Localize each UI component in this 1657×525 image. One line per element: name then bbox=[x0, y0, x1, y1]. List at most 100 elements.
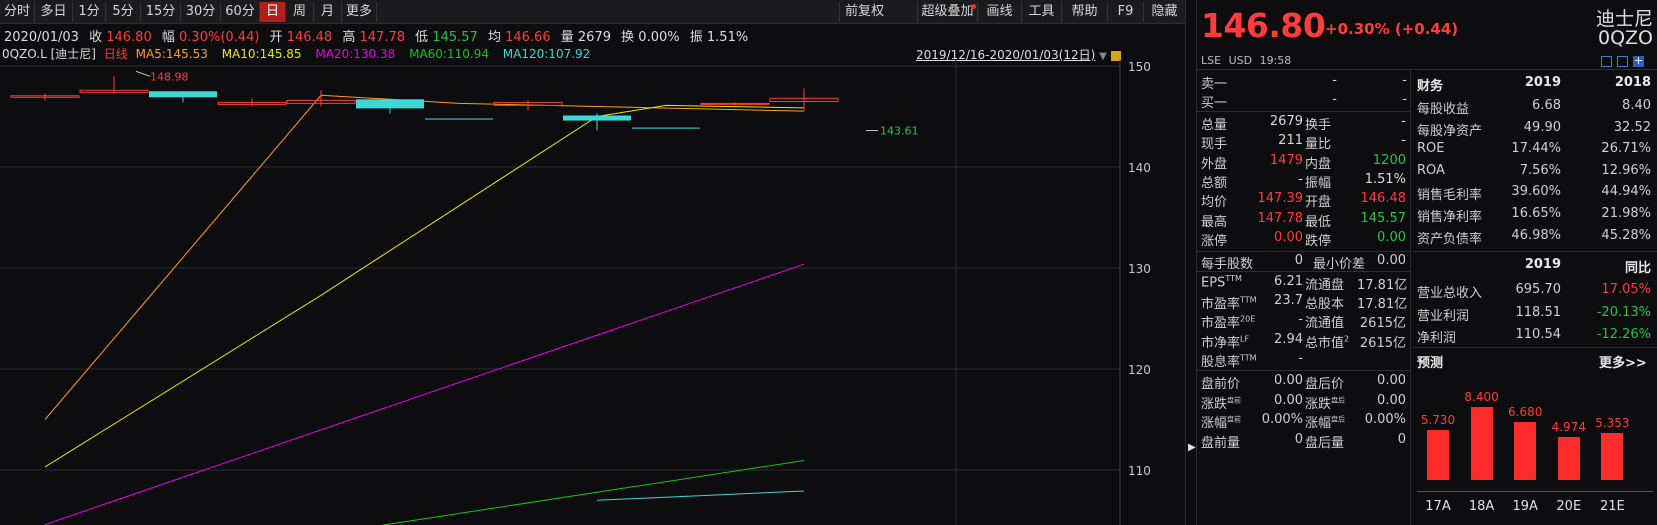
valuation-sup: TTM bbox=[1225, 274, 1242, 283]
stat-label: 最高 bbox=[1201, 214, 1228, 230]
finance-value: 45.28% bbox=[1601, 227, 1651, 243]
forecast-bar bbox=[1427, 430, 1449, 480]
finance-label: 营业利润 bbox=[1417, 308, 1470, 324]
stat-label: 开盘 bbox=[1305, 195, 1332, 211]
premarket-value: 0.00 bbox=[1274, 373, 1303, 388]
premarket-sup: 盘后 bbox=[1331, 415, 1346, 424]
premarket-label: 盘前量 bbox=[1201, 432, 1240, 451]
stat-value: 145.57 bbox=[1360, 210, 1407, 226]
forecast-title: 预测 bbox=[1417, 356, 1444, 371]
finance-value: 17.44% bbox=[1511, 141, 1561, 157]
stat-label: 每手股数 bbox=[1201, 257, 1254, 272]
orderbook-price: - bbox=[1332, 92, 1337, 107]
page-icon[interactable] bbox=[1617, 56, 1628, 67]
stat-value: 147.78 bbox=[1257, 210, 1304, 226]
finance-label: ROA bbox=[1417, 162, 1445, 178]
finance-header: 财务 bbox=[1417, 79, 1444, 94]
finance-label: ROE bbox=[1417, 141, 1445, 157]
premarket-value: 0.00% bbox=[1261, 412, 1303, 427]
edit-icon[interactable] bbox=[1601, 56, 1612, 67]
stat-label: 内盘 bbox=[1305, 156, 1332, 172]
ma-line-ma20 bbox=[44, 263, 805, 525]
stat-label: 换手 bbox=[1305, 118, 1332, 133]
premarket-sup: 盘前 bbox=[1227, 396, 1242, 405]
stat-value: 1200 bbox=[1372, 152, 1406, 168]
stat-label: 量比 bbox=[1305, 137, 1332, 153]
candle-body bbox=[563, 115, 631, 121]
stat-value: 1479 bbox=[1269, 152, 1303, 168]
valuation-label: 流通盘 bbox=[1305, 274, 1344, 293]
finance-value: 6.68 bbox=[1532, 98, 1561, 113]
finance-yoy-value: -12.26% bbox=[1596, 327, 1651, 342]
valuation-sup: TTM bbox=[1240, 295, 1257, 305]
y-tick-label: 150 bbox=[1128, 60, 1151, 74]
stat-value: 0.00 bbox=[1377, 253, 1406, 268]
valuation-value: 17.81亿 bbox=[1357, 297, 1408, 313]
stat-label: 均价 bbox=[1201, 195, 1228, 211]
stat-value: 211 bbox=[1278, 133, 1303, 149]
y-tick-label: 130 bbox=[1128, 262, 1151, 276]
valuation-name: 股息率 bbox=[1201, 354, 1241, 370]
finance-label: 净利润 bbox=[1417, 331, 1457, 346]
quote-panel: 146.80 +0.30% (+0.44) 迪士尼 0QZO LSE USD 1… bbox=[1197, 0, 1657, 525]
valuation-label: 总股本 bbox=[1305, 293, 1344, 312]
stat-label: 外盘 bbox=[1201, 156, 1228, 172]
valuation-name: 市净率 bbox=[1201, 335, 1241, 351]
stat-value: 0.00 bbox=[1377, 229, 1406, 245]
finance-value: 7.56% bbox=[1519, 162, 1561, 178]
premarket-label: 盘后价 bbox=[1305, 373, 1344, 392]
stat-value: 1.51% bbox=[1364, 171, 1406, 187]
valuation-value: 17.81亿 bbox=[1357, 278, 1408, 293]
ma-line-ma5 bbox=[44, 94, 805, 420]
orderbook-vol: - bbox=[1402, 73, 1407, 88]
premarket-sup: 盘前 bbox=[1227, 415, 1242, 424]
stat-value: 0 bbox=[1294, 253, 1303, 268]
premarket-label: 涨跌盘前 bbox=[1201, 393, 1242, 411]
forecast-category: 21E bbox=[1600, 499, 1625, 514]
orderbook-label: 买一 bbox=[1201, 96, 1228, 111]
divider bbox=[1197, 370, 1410, 371]
stat-label: 最低 bbox=[1305, 214, 1332, 230]
collapse-arrow-icon[interactable]: ▶ bbox=[1188, 442, 1196, 453]
valuation-name: 总市值 bbox=[1305, 335, 1345, 351]
valuation-value: - bbox=[1298, 312, 1303, 328]
stat-value: - bbox=[1298, 171, 1303, 187]
valuation-value: - bbox=[1298, 350, 1303, 366]
price-change: +0.30% (+0.44) bbox=[1325, 20, 1459, 38]
forecast-more-link[interactable]: 更多>> bbox=[1599, 352, 1647, 371]
valuation-name: 流通值 bbox=[1305, 316, 1345, 332]
ma-line-ma120 bbox=[596, 490, 805, 501]
premarket-value: 0.00 bbox=[1274, 392, 1303, 408]
forecast-bar-label: 5.730 bbox=[1420, 413, 1456, 428]
orderbook-vol: - bbox=[1402, 92, 1407, 107]
premarket-value: 0.00 bbox=[1377, 392, 1406, 408]
finance-value: 110.54 bbox=[1515, 327, 1562, 342]
finance-year: 2019 bbox=[1524, 257, 1561, 272]
finance-label: 资产负债率 bbox=[1417, 231, 1483, 247]
finance-yoy-value: 17.05% bbox=[1601, 282, 1651, 297]
finance-value: 16.65% bbox=[1511, 206, 1561, 221]
valuation-value: 23.7 bbox=[1274, 293, 1303, 309]
valuation-value: 2615亿 bbox=[1359, 316, 1406, 332]
divider bbox=[1410, 69, 1411, 525]
finance-value: 26.71% bbox=[1601, 141, 1651, 157]
y-tick-label: 110 bbox=[1128, 464, 1151, 478]
premarket-name: 涨跌 bbox=[1305, 396, 1332, 412]
high-annotation: 148.98 bbox=[150, 70, 189, 83]
premarket-name: 涨幅 bbox=[1305, 416, 1332, 431]
stock-code: 0QZO bbox=[1597, 27, 1653, 49]
premarket-label: 涨跌盘后 bbox=[1305, 393, 1345, 412]
divider bbox=[1413, 251, 1657, 252]
divider bbox=[1197, 111, 1410, 112]
valuation-sup: 2 bbox=[1344, 334, 1350, 344]
exchange: LSE bbox=[1201, 54, 1222, 67]
finance-value: 695.70 bbox=[1515, 282, 1562, 297]
add-icon[interactable]: + bbox=[1633, 55, 1644, 67]
finance-value: 32.52 bbox=[1613, 119, 1651, 135]
quote-time: 19:58 bbox=[1259, 54, 1292, 67]
divider bbox=[1197, 69, 1657, 70]
panel-splitter[interactable]: ▶ bbox=[1185, 0, 1197, 525]
valuation-label: 市盈率TTM bbox=[1201, 293, 1257, 312]
kline-chart[interactable]: 150 140 130 120 110 148.98 143.61 bbox=[0, 0, 1185, 525]
premarket-name: 盘前量 bbox=[1201, 435, 1241, 451]
